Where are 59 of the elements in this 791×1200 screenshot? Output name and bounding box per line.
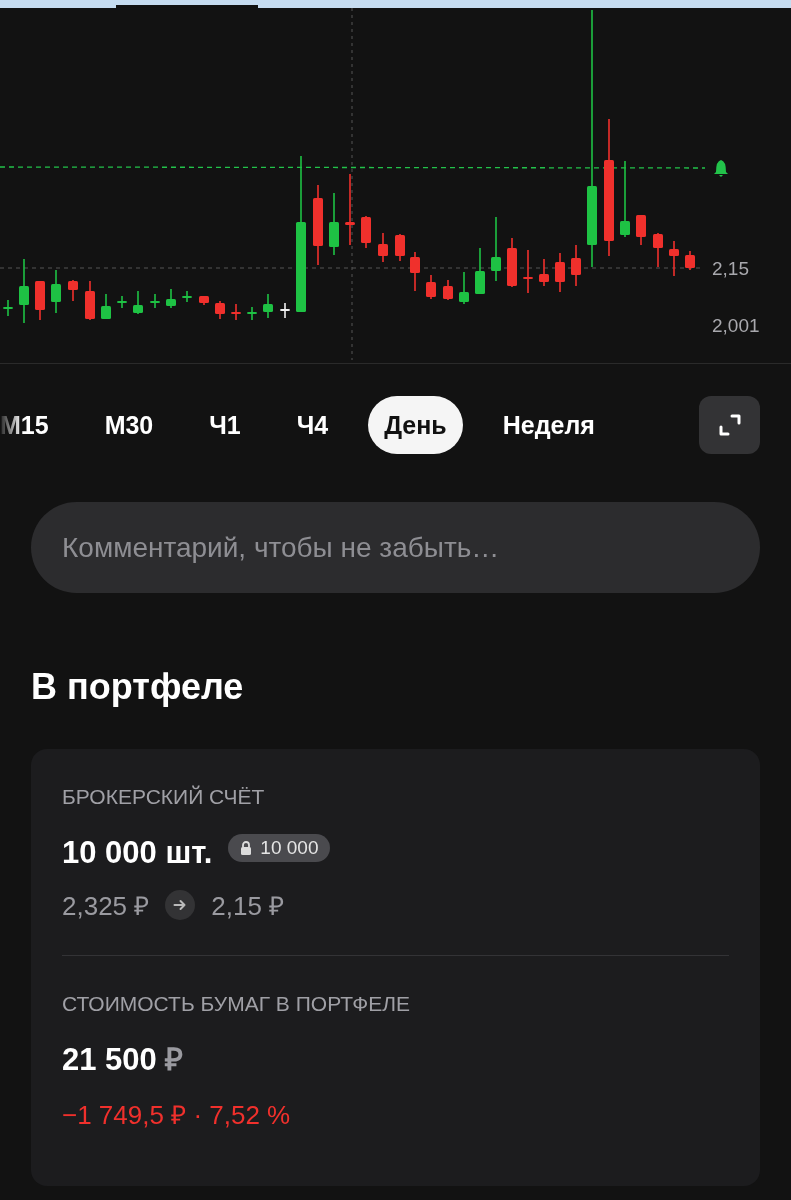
currency-sign: ₽ [164, 1041, 183, 1079]
average-price: 2,325 ₽ [62, 890, 150, 923]
candle [215, 300, 225, 320]
candle [199, 295, 209, 306]
expand-button[interactable] [699, 396, 760, 454]
candle [636, 214, 646, 246]
candle [653, 232, 663, 268]
portfolio-value: 21 500 [62, 1041, 157, 1079]
candle [539, 258, 549, 287]
candle [329, 192, 339, 256]
candle [101, 293, 111, 320]
candle [280, 302, 290, 319]
section-title: В портфеле [31, 665, 245, 709]
candle [231, 303, 241, 321]
timeframe-tab[interactable]: Неделя [486, 396, 611, 454]
comment-field[interactable]: Комментарий, чтобы не забыть… [31, 502, 760, 593]
candle [426, 274, 436, 300]
candle [395, 233, 405, 262]
candle [410, 251, 420, 292]
bell-icon[interactable] [714, 160, 728, 177]
candle [571, 244, 581, 287]
candle [85, 280, 95, 321]
candle [475, 247, 485, 295]
value-change: −1 749,5 ₽ · 7,52 % [62, 1099, 292, 1132]
timeframe-tab[interactable]: M30 [88, 396, 170, 454]
candle [150, 293, 160, 309]
candle [443, 279, 453, 301]
candle [669, 240, 679, 277]
candle [166, 288, 176, 309]
candle [68, 279, 78, 302]
candle [459, 271, 469, 305]
current-price: 2,15 ₽ [211, 890, 285, 923]
account-label: БРОКЕРСКИЙ СЧЁТ [62, 784, 266, 810]
candle [507, 237, 517, 288]
price-label: 2,15 [712, 258, 749, 280]
candle [133, 290, 143, 315]
candle [117, 295, 127, 309]
value-label: СТОИМОСТЬ БУМАГ В ПОРТФЕЛЕ [62, 991, 412, 1017]
candle [247, 306, 257, 321]
price-label: 2,001 [712, 315, 760, 337]
quantity: 10 000 шт. [62, 834, 213, 872]
candle [263, 293, 273, 319]
candle [51, 269, 61, 314]
timeframe-tab[interactable]: Ч4 [280, 396, 345, 454]
candle [182, 290, 192, 303]
candle [19, 258, 29, 324]
lock-icon [240, 841, 253, 855]
candle [3, 299, 13, 317]
candle [378, 232, 388, 263]
candle [35, 280, 45, 321]
candle [491, 216, 501, 282]
timeframe-tab[interactable]: Ч1 [193, 396, 257, 454]
candle [523, 249, 533, 294]
timeframe-tab[interactable]: День [368, 396, 463, 454]
timeframe-tab[interactable]: M15 [0, 396, 65, 454]
blocked-count: 10 000 [260, 837, 319, 859]
candle [555, 252, 565, 293]
candle [685, 250, 695, 271]
candle [361, 215, 371, 249]
